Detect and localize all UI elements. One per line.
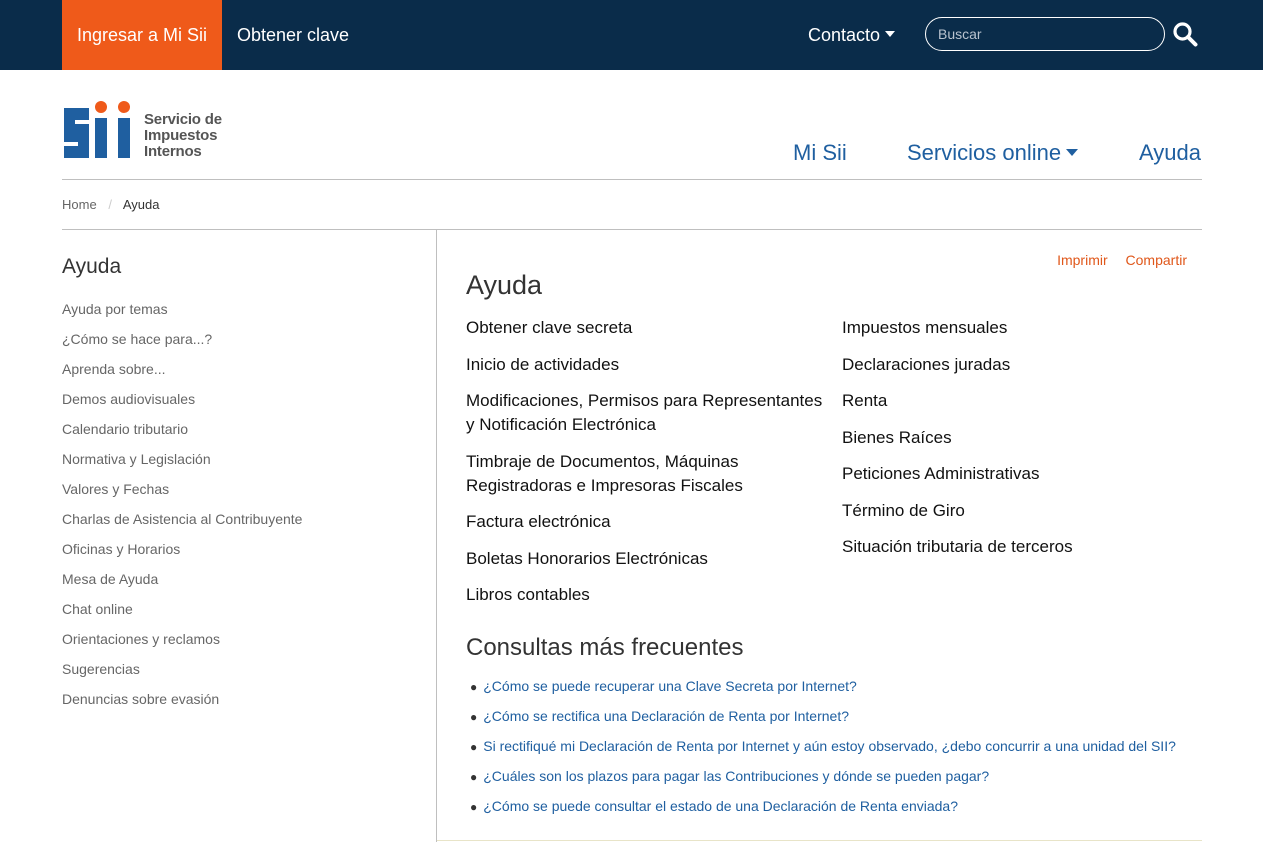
help-link[interactable]: Inicio de actividades [466,353,826,377]
faq-link[interactable]: ¿Cómo se rectifica una Declaración de Re… [483,708,849,724]
faq-title: Consultas más frecuentes [466,634,744,661]
help-links-right: Impuestos mensuales Declaraciones jurada… [842,316,1202,572]
faq-item[interactable]: ● ¿Cómo se puede consultar el estado de u… [470,796,1176,826]
login-button[interactable]: Ingresar a Mi Sii [62,0,222,70]
help-link[interactable]: Obtener clave secreta [466,316,826,340]
sidebar-item-sugerencias[interactable]: Sugerencias [62,660,302,690]
nav-ayuda[interactable]: Ayuda [1139,140,1201,166]
chevron-down-icon [1066,148,1079,156]
faq-link[interactable]: ¿Cómo se puede consultar el estado de un… [483,798,958,814]
bullet-icon: ● [470,740,478,754]
sidebar-item-denuncias[interactable]: Denuncias sobre evasión [62,690,302,720]
sidebar-divider [436,230,437,842]
sidebar-item-demos[interactable]: Demos audiovisuales [62,390,302,420]
help-link[interactable]: Renta [842,389,1202,413]
faq-link[interactable]: ¿Cuáles son los plazos para pagar las Co… [483,768,989,784]
sidebar-item-calendario[interactable]: Calendario tributario [62,420,302,450]
sidebar-item-ayuda-por-temas[interactable]: Ayuda por temas [62,300,302,330]
faq-item[interactable]: ● ¿Cómo se puede recuperar una Clave Secr… [470,676,1176,706]
bullet-icon: ● [470,770,478,784]
contact-label: Contacto [808,25,881,45]
logo-text-line: Internos [144,143,202,160]
breadcrumb-divider [62,229,1202,230]
header-divider [62,179,1202,180]
breadcrumb: Home / Ayuda [62,197,159,212]
utility-links: Imprimir Compartir [1043,252,1187,268]
nav-servicios-online[interactable]: Servicios online [907,140,1079,166]
sidebar-item-chat-online[interactable]: Chat online [62,600,302,630]
bullet-icon: ● [470,680,478,694]
faq-link[interactable]: Si rectifiqué mi Declaración de Renta po… [483,738,1176,754]
page-title: Ayuda [466,270,543,300]
help-link[interactable]: Modificaciones, Permisos para Representa… [466,389,826,437]
sidebar-menu: Ayuda por temas ¿Cómo se hace para...? A… [62,300,302,720]
logo-text-line: Servicio de [144,111,222,128]
sidebar-item-charlas[interactable]: Charlas de Asistencia al Contribuyente [62,510,302,540]
nav-servicios-label: Servicios online [907,140,1062,165]
get-password-link[interactable]: Obtener clave [237,0,349,70]
sidebar-title: Ayuda [62,255,122,278]
chevron-down-icon [885,31,896,38]
logo-text: Servicio de Impuestos Internos [144,112,222,160]
help-link[interactable]: Boletas Honorarios Electrónicas [466,547,826,571]
breadcrumb-current: Ayuda [122,197,160,212]
sidebar-item-como-se-hace[interactable]: ¿Cómo se hace para...? [62,330,302,360]
help-link[interactable]: Término de Giro [842,499,1202,523]
bullet-icon: ● [470,710,478,724]
top-bar: Ingresar a Mi Sii Obtener clave Contacto [0,0,1263,70]
nav-mi-sii[interactable]: Mi Sii [793,140,847,166]
sidebar-item-normativa[interactable]: Normativa y Legislación [62,450,302,480]
print-link[interactable]: Imprimir [1057,252,1108,268]
faq-item[interactable]: ● Si rectifiqué mi Declaración de Renta p… [470,736,1176,766]
content-bottom-divider [437,840,1202,841]
help-links-left: Obtener clave secreta Inicio de activida… [466,316,826,620]
help-link[interactable]: Factura electrónica [466,510,826,534]
sidebar-item-aprenda-sobre[interactable]: Aprenda sobre... [62,360,302,390]
breadcrumb-separator: / [108,197,112,212]
help-link[interactable]: Timbraje de Documentos, Máquinas Registr… [466,450,826,498]
breadcrumb-home[interactable]: Home [62,197,97,212]
faq-item[interactable]: ● ¿Cuáles son los plazos para pagar las C… [470,766,1176,796]
search-input[interactable] [925,17,1165,51]
faq-item[interactable]: ● ¿Cómo se rectifica una Declaración de R… [470,706,1176,736]
help-link[interactable]: Impuestos mensuales [842,316,1202,340]
logo-text-line: Impuestos [144,127,218,144]
help-link[interactable]: Bienes Raíces [842,426,1202,450]
faq-list: ● ¿Cómo se puede recuperar una Clave Secr… [470,676,1176,826]
share-link[interactable]: Compartir [1126,252,1187,268]
help-link[interactable]: Situación tributaria de terceros [842,535,1202,559]
help-link[interactable]: Peticiones Administrativas [842,462,1202,486]
sidebar-item-mesa-de-ayuda[interactable]: Mesa de Ayuda [62,570,302,600]
faq-link[interactable]: ¿Cómo se puede recuperar una Clave Secre… [483,678,857,694]
help-link[interactable]: Declaraciones juradas [842,353,1202,377]
sidebar-item-valores[interactable]: Valores y Fechas [62,480,302,510]
bullet-icon: ● [470,800,478,814]
contact-menu[interactable]: Contacto [808,0,896,70]
search-icon[interactable] [1172,21,1198,47]
sidebar-item-orientaciones[interactable]: Orientaciones y reclamos [62,630,302,660]
help-link[interactable]: Libros contables [466,583,826,607]
sidebar-item-oficinas[interactable]: Oficinas y Horarios [62,540,302,570]
